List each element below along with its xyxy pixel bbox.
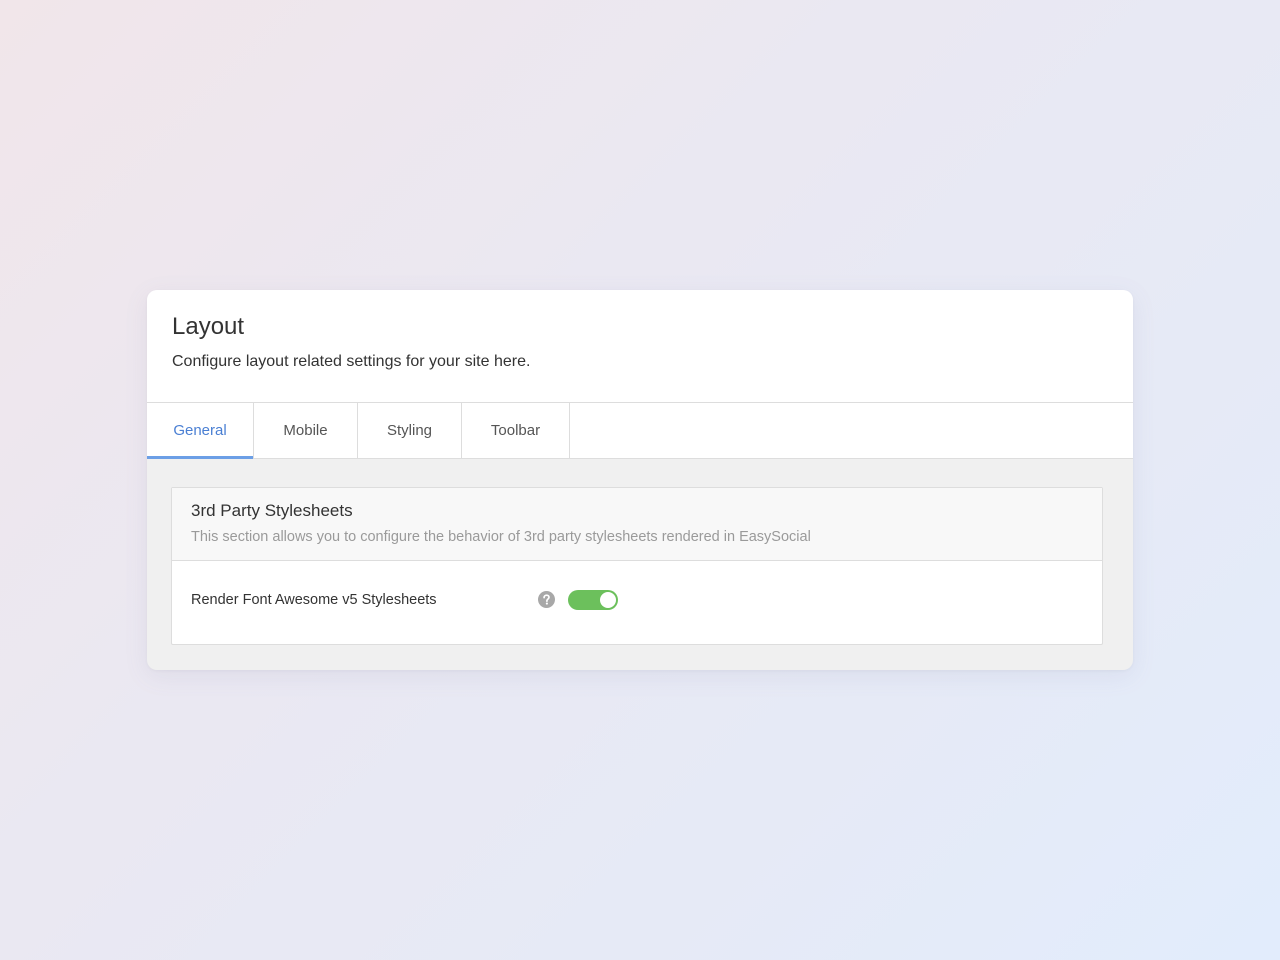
font-awesome-toggle[interactable] xyxy=(568,590,618,610)
page-title: Layout xyxy=(172,313,245,340)
tab-content: 3rd Party Stylesheets This section allow… xyxy=(147,459,1133,645)
settings-section-card: 3rd Party Stylesheets This section allow… xyxy=(171,487,1103,645)
tab-mobile[interactable]: Mobile xyxy=(254,403,358,458)
section-header: 3rd Party Stylesheets This section allow… xyxy=(172,488,1102,561)
toggle-knob xyxy=(600,592,616,608)
tab-general[interactable]: General xyxy=(147,403,254,459)
section-description: This section allows you to configure the… xyxy=(191,529,811,545)
section-title: 3rd Party Stylesheets xyxy=(191,501,353,520)
setting-label: Render Font Awesome v5 Stylesheets xyxy=(191,592,437,608)
setting-row: Render Font Awesome v5 Stylesheets xyxy=(172,561,1102,644)
tab-toolbar[interactable]: Toolbar xyxy=(462,403,570,458)
question-circle-icon[interactable] xyxy=(538,591,555,608)
tab-bar: General Mobile Styling Toolbar xyxy=(147,402,1133,459)
panel-header: Layout Configure layout related settings… xyxy=(147,290,1133,402)
tab-styling[interactable]: Styling xyxy=(358,403,462,458)
page-description: Configure layout related settings for yo… xyxy=(172,353,531,370)
layout-settings-panel: Layout Configure layout related settings… xyxy=(147,290,1133,670)
